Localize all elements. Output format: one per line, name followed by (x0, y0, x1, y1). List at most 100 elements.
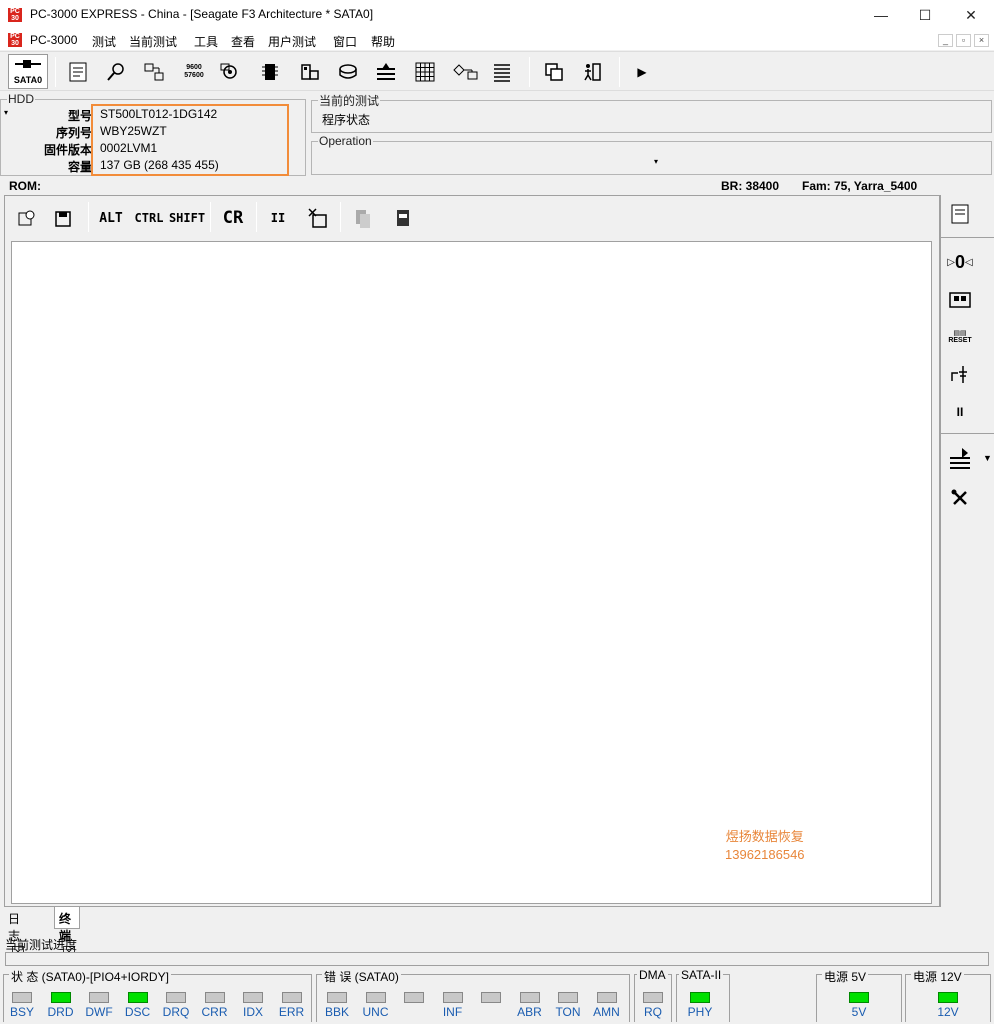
menu-view[interactable]: 查看 (231, 33, 255, 50)
sata-port-button[interactable]: SATA0 (8, 54, 48, 89)
search-key-icon[interactable] (104, 60, 128, 84)
tab-log[interactable]: 日志✕ (4, 907, 28, 958)
menu-help[interactable]: 帮助 (371, 33, 395, 50)
zero-step-icon[interactable]: ▷ 0 ◁ (947, 249, 973, 275)
tab-terminal[interactable]: 终端✕ (54, 907, 80, 958)
family-label: Fam: 75, Yarra_5400 (802, 179, 918, 193)
cr-key-button[interactable]: CR (221, 207, 245, 229)
led-label: IDX (242, 1005, 263, 1019)
current-test-panel: 当前的测试 (311, 92, 992, 133)
mdi-minimize-button[interactable]: _ (938, 34, 953, 47)
watermark-phone: 13962186546 (725, 847, 805, 862)
reset-icon[interactable]: ▤▤ RESET (947, 323, 973, 349)
status-led (327, 992, 347, 1003)
head-side-icon[interactable] (947, 445, 973, 471)
ctrl-key-button[interactable]: CTRL (134, 207, 164, 229)
menu-tools[interactable]: 工具 (194, 33, 218, 50)
terminal-disconnect-icon[interactable] (306, 207, 330, 229)
title-bar: PC 30 PC-3000 EXPRESS - China - [Seagate … (0, 0, 994, 30)
copy-disabled-icon (352, 207, 374, 229)
mdi-app-icon[interactable]: PC 30 (8, 33, 22, 47)
board-side-icon[interactable] (947, 287, 973, 313)
toolbar-separator (619, 57, 620, 87)
operation-select[interactable]: ▾ (316, 154, 664, 172)
terminal-settings-icon[interactable] (16, 207, 38, 229)
minimize-button[interactable]: — (858, 0, 904, 30)
mdi-close-button[interactable]: × (974, 34, 989, 47)
tools-wrench-icon[interactable] (947, 485, 973, 511)
toolbar-separator (340, 202, 341, 232)
terminal-output-area[interactable] (11, 241, 932, 904)
status-led (643, 992, 663, 1003)
status-led (281, 992, 302, 1003)
menu-pc3000[interactable]: PC-3000 (30, 33, 77, 47)
grid-table-icon[interactable] (413, 60, 437, 84)
status-led (596, 992, 617, 1003)
led-label: ABR (517, 1005, 542, 1019)
rom-status-bar: ROM: BR: 38400 Fam: 75, Yarra_5400 (0, 177, 994, 194)
exit-icon[interactable] (580, 60, 604, 84)
power-5v-group: 电源 5V 5V (816, 968, 902, 1022)
baud-rate-label: BR: 38400 (721, 179, 780, 193)
led-label: 12V (937, 1005, 959, 1019)
passport-side-icon[interactable] (947, 201, 973, 227)
error-group-title: 错 误 (SATA0) (322, 968, 401, 985)
power-12v-title: 电源 12V (911, 968, 964, 985)
terminal-toolbar: ALT CTRL SHIFT CR II (8, 198, 938, 238)
status-led (938, 992, 958, 1003)
right-tool-panel: ▷ 0 ◁ ▤▤ RESET II ▼ (940, 195, 994, 907)
menu-bar: PC 30 PC-3000 测试 当前测试 工具 查看 用户测试 窗口 帮助 _ … (0, 30, 994, 50)
log-list-icon[interactable] (490, 60, 514, 84)
status-led (166, 992, 186, 1003)
pause-side-button[interactable]: II (947, 399, 973, 425)
dma-group-title: DMA (637, 968, 668, 982)
progress-label: 当前测试进度 (5, 938, 78, 952)
terminal-save-icon[interactable] (52, 207, 74, 229)
led-label: INF (442, 1005, 463, 1019)
mdi-restore-button[interactable]: ▫ (956, 34, 971, 47)
copy-windows-icon[interactable] (542, 60, 566, 84)
chevron-down-icon: ▾ (653, 157, 658, 166)
chip-icon[interactable] (258, 60, 282, 84)
more-arrow-icon[interactable]: ▶ (630, 60, 654, 84)
led-label: TON (555, 1005, 581, 1019)
maximize-button[interactable]: ☐ (902, 0, 948, 30)
menu-user-test[interactable]: 用户测试 (268, 33, 316, 50)
error-register-group: 错 误 (SATA0) BBK UNC INF ABR TON AMN (316, 968, 630, 1022)
pause-button[interactable]: II (270, 207, 286, 229)
shift-key-button[interactable]: SHIFT (169, 207, 205, 229)
menu-current-test[interactable]: 当前测试 (129, 33, 177, 50)
power-5v-title: 电源 5V (822, 968, 869, 985)
head-dropdown-icon[interactable]: ▼ (983, 453, 992, 463)
power-12v-group: 电源 12V 12V (905, 968, 991, 1022)
current-test-legend: 当前的测试 (319, 94, 380, 108)
toolbar-separator (88, 202, 89, 232)
led-label: DWF (85, 1005, 113, 1019)
watermark: 煜扬数据恢复 13962186546 (725, 828, 805, 864)
menu-test[interactable]: 测试 (92, 33, 116, 50)
power-step-icon[interactable] (947, 361, 973, 387)
board-icon[interactable] (298, 60, 322, 84)
dma-group: DMA RQ (634, 968, 672, 1022)
head-stack-icon[interactable] (374, 60, 398, 84)
printer-icon[interactable] (392, 207, 414, 229)
status-led (404, 992, 424, 1003)
toolbar-separator (210, 202, 211, 232)
status-register-group: 状 态 (SATA0)-[PIO4+IORDY] BSY DRD DWF DSC DRQ… (3, 968, 312, 1022)
close-button[interactable]: ✕ (948, 0, 994, 30)
status-led (849, 992, 869, 1003)
led-label: PHY (687, 1005, 713, 1019)
baud-rate-icon[interactable]: 9600 57600 (182, 60, 206, 84)
status-led (519, 992, 540, 1003)
transfer-icon[interactable] (142, 60, 166, 84)
passport-icon[interactable] (66, 60, 90, 84)
led-label: 5V (851, 1005, 867, 1019)
flowchart-icon[interactable] (451, 60, 481, 84)
menu-window[interactable]: 窗口 (333, 33, 357, 50)
alt-key-button[interactable]: ALT (98, 207, 124, 229)
settings-gear-icon[interactable] (218, 60, 242, 84)
window-title: PC-3000 EXPRESS - China - [Seagate F3 Ar… (30, 7, 374, 21)
sata2-group-title: SATA-II (679, 968, 724, 982)
status-led (243, 992, 263, 1003)
disk-icon[interactable] (336, 60, 360, 84)
